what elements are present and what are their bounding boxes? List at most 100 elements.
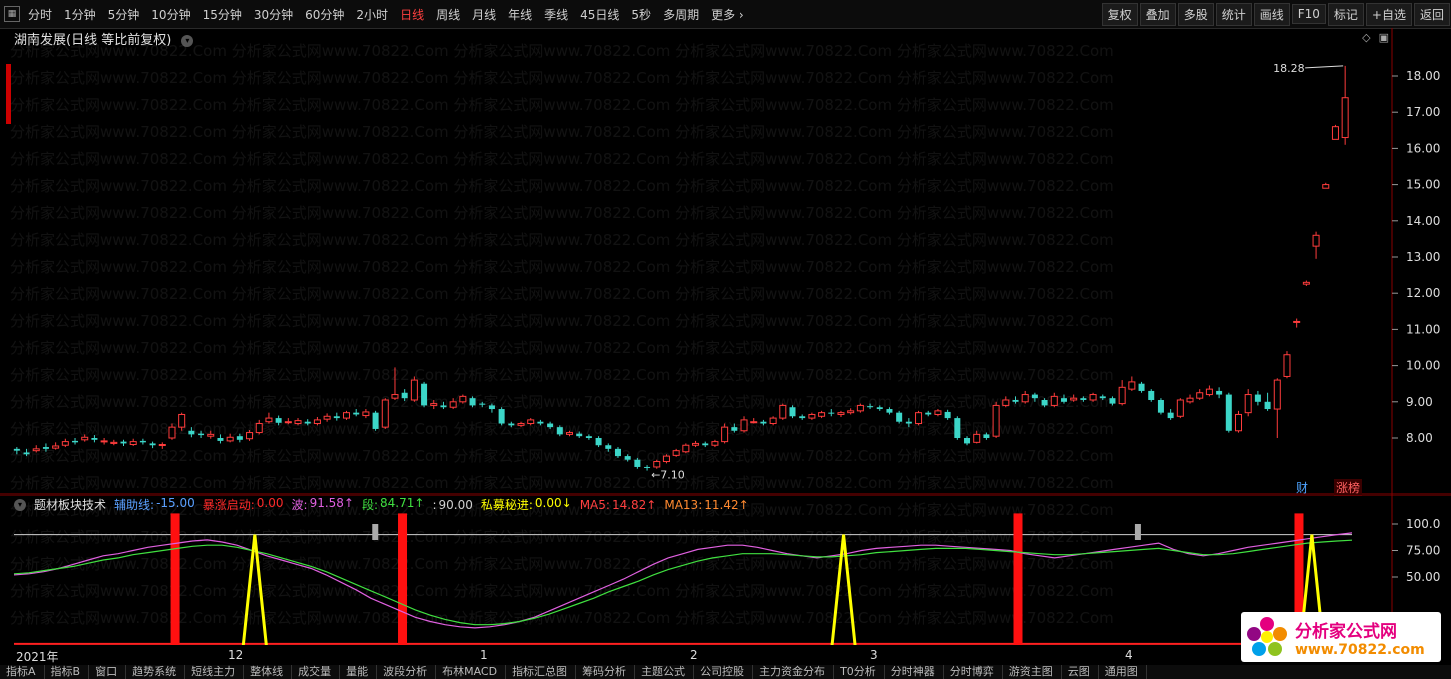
limit-up-badge[interactable]: 涨榜 xyxy=(1334,479,1363,496)
bottom-tab[interactable]: 指标汇总图 xyxy=(506,665,577,679)
candle-body-up xyxy=(1322,184,1330,189)
price-tick-label: 15.00 xyxy=(1406,178,1440,192)
finance-badge[interactable]: 财 xyxy=(1296,479,1308,496)
candle-body-up xyxy=(313,419,321,425)
candle-body-down xyxy=(275,418,282,423)
candle-body-up xyxy=(81,436,89,441)
candle-body-down xyxy=(42,447,49,449)
flower-logo-icon xyxy=(1247,617,1287,657)
bottom-tab-bar: 指标A 指标B 窗口 趋势系统 短线主力 整体线 成交量 量能 波段分析 布林MACD 指标汇总图筹… xyxy=(0,665,1451,679)
candle-body-up xyxy=(915,412,923,425)
bottom-tab[interactable]: 波段分析 xyxy=(377,665,437,679)
candle-body-down xyxy=(1148,390,1155,400)
bottom-tab[interactable]: 主题公式 xyxy=(635,665,695,679)
candle-body-down xyxy=(605,445,612,449)
candlestick-chart[interactable]: 18.00 17.00 16.00 15.00 14.00 13.00 12.00 11.00… xyxy=(0,28,1451,495)
toolbar-button[interactable]: 复权 xyxy=(1101,2,1138,26)
candle-body-up xyxy=(52,445,60,449)
bottom-tab[interactable]: 短线主力 xyxy=(185,665,245,679)
candle-body-up xyxy=(100,440,108,443)
candle-body-up xyxy=(410,379,418,401)
candle-body-down xyxy=(236,436,243,440)
candle-body-down xyxy=(120,441,127,444)
candle-body-up xyxy=(1302,281,1310,285)
candle-body-down xyxy=(23,452,30,455)
candle-body-up xyxy=(653,461,661,468)
series-line-段 xyxy=(13,539,1353,626)
toolbar-button[interactable]: 多股 xyxy=(1177,2,1214,26)
high-label: 18.28 xyxy=(1273,62,1305,75)
period-tab[interactable]: 周线 xyxy=(430,6,466,23)
bottom-tab[interactable]: 窗口 xyxy=(89,665,127,679)
toolbar-button[interactable]: F10 xyxy=(1291,4,1326,24)
bottom-tab[interactable]: 分时神器 xyxy=(885,665,944,679)
signal-marker xyxy=(372,524,379,540)
candle-body-down xyxy=(333,416,340,419)
candle-body-up xyxy=(682,444,690,453)
date-label: 1 xyxy=(480,648,488,662)
period-tab[interactable]: 年线 xyxy=(502,6,538,23)
date-label: 4 xyxy=(1125,648,1133,662)
candle-body-down xyxy=(760,421,767,424)
candle-body-down xyxy=(508,423,515,426)
candle-body-up xyxy=(226,436,234,442)
period-tab[interactable]: 日线 xyxy=(394,6,430,23)
period-tab[interactable]: 5秒 xyxy=(625,6,657,23)
bottom-tab[interactable]: 云图 xyxy=(1062,665,1099,679)
bottom-tab[interactable]: T0分析 xyxy=(834,665,885,679)
period-tab[interactable]: 5分钟 xyxy=(102,6,146,23)
period-tab[interactable]: 季线 xyxy=(538,6,574,23)
candle-body-down xyxy=(498,409,505,424)
period-tab[interactable]: 45日线 xyxy=(574,6,625,23)
period-tab[interactable]: 60分钟 xyxy=(299,6,350,23)
period-tab[interactable]: 30分钟 xyxy=(248,6,299,23)
toolbar-button[interactable]: +自选 xyxy=(1365,2,1412,26)
toolbar-button[interactable]: 标记 xyxy=(1327,2,1364,26)
toolbar-button[interactable]: 画线 xyxy=(1253,2,1290,26)
toolbar-button[interactable]: 叠加 xyxy=(1139,2,1176,26)
bottom-tab[interactable]: 指标B xyxy=(45,665,90,679)
period-tab[interactable]: 2小时 xyxy=(350,6,394,23)
date-label: 3 xyxy=(870,648,878,662)
bottom-tab[interactable]: 成交量 xyxy=(292,665,341,679)
toolbar-button[interactable]: 返回 xyxy=(1413,2,1450,26)
bottom-tab[interactable]: 公司控股 xyxy=(694,665,754,679)
toolbar-button[interactable]: 统计 xyxy=(1215,2,1252,26)
indicator-chart[interactable]: 100.0 75.00 50.00 xyxy=(0,495,1451,645)
period-tab[interactable]: 月线 xyxy=(466,6,502,23)
candle-body-down xyxy=(401,392,408,399)
bottom-tab[interactable]: 筹码分析 xyxy=(576,665,636,679)
candle-body-down xyxy=(372,412,379,429)
candle-body-up xyxy=(740,419,748,432)
candle-body-up xyxy=(769,417,777,425)
expand-icon[interactable]: ▦ xyxy=(4,6,20,22)
candle-body-down xyxy=(421,383,428,406)
period-tab[interactable]: 15分钟 xyxy=(197,6,248,23)
candle-body-up xyxy=(1196,392,1204,399)
candle-body-up xyxy=(246,432,254,440)
bottom-tab[interactable]: 趋势系统 xyxy=(126,665,186,679)
bottom-tab[interactable]: 主力资金分布 xyxy=(753,665,835,679)
candle-body-down xyxy=(488,405,495,410)
candle-body-up xyxy=(1089,394,1097,401)
period-tab[interactable]: 分时 xyxy=(22,6,58,23)
period-tab[interactable]: 更多 › xyxy=(705,6,750,23)
bottom-tab[interactable]: 分时博弈 xyxy=(944,665,1003,679)
candle-body-up xyxy=(527,419,535,425)
candle-body-down xyxy=(585,436,592,438)
candle-body-down xyxy=(614,448,621,457)
bottom-tab[interactable]: 通用图 xyxy=(1099,665,1147,679)
period-tab[interactable]: 多周期 xyxy=(657,6,705,23)
candle-body-up xyxy=(459,395,467,403)
bottom-tab[interactable]: 指标A xyxy=(0,665,45,679)
bottom-tab[interactable]: 整体线 xyxy=(244,665,293,679)
bottom-tab[interactable]: 游资主图 xyxy=(1003,665,1062,679)
candle-body-down xyxy=(1264,401,1271,410)
candle-body-down xyxy=(983,434,990,438)
period-tab[interactable]: 10分钟 xyxy=(145,6,196,23)
period-tab[interactable]: 1分钟 xyxy=(58,6,102,23)
bottom-tab[interactable]: 布林MACD xyxy=(436,665,507,679)
indicator-tick-label: 50.00 xyxy=(1406,570,1440,584)
surge-bar xyxy=(398,513,408,645)
bottom-tab[interactable]: 量能 xyxy=(340,665,378,679)
